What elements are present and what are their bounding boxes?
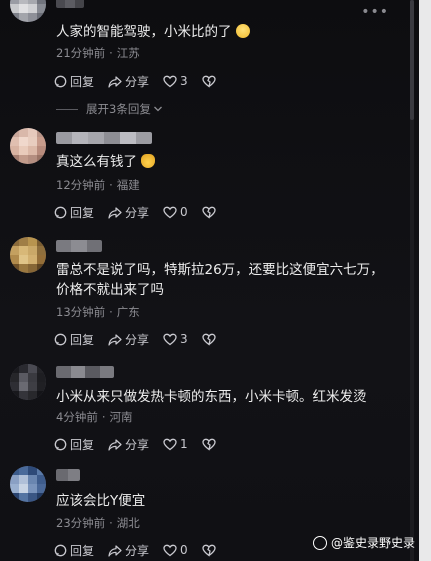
comment-location: 河南 [109, 410, 133, 424]
comment-location: 江苏 [116, 46, 140, 60]
dislike-button[interactable] [202, 206, 219, 219]
dislike-button[interactable] [202, 544, 219, 557]
dislike-button[interactable] [202, 333, 219, 346]
reply-button[interactable]: 回复 [54, 542, 94, 559]
reply-icon [54, 333, 67, 345]
dislike-button[interactable] [202, 438, 219, 451]
comment-location: 广东 [116, 305, 140, 319]
comment-time: 13分钟前 [56, 305, 106, 319]
comment-location: 湖北 [116, 516, 140, 530]
avatar[interactable] [10, 237, 46, 273]
comment-actions: 回复 分享 3 [54, 331, 233, 347]
share-button[interactable]: 分享 [108, 73, 149, 90]
comment-actions: 回复 分享 0 [54, 204, 233, 220]
heart-icon [163, 544, 177, 556]
like-count: 0 [180, 205, 188, 219]
username-blurred[interactable] [56, 240, 102, 252]
comment-text: 小米从来只做发热卡顿的东西，小米卡顿。红米发烫 [56, 389, 367, 405]
reply-icon [54, 75, 67, 87]
like-button[interactable]: 1 [163, 437, 188, 451]
comment-meta: 13分钟前 · 广东 [56, 305, 140, 319]
watermark: @鉴史录野史录 [312, 534, 415, 551]
reply-button[interactable]: 回复 [54, 436, 94, 453]
username-blurred[interactable] [56, 366, 114, 378]
like-button[interactable]: 3 [163, 74, 188, 88]
like-count: 3 [180, 332, 188, 346]
like-count: 1 [180, 437, 188, 451]
broken-heart-icon [202, 438, 216, 451]
like-button[interactable]: 0 [163, 543, 188, 557]
comment-actions: 回复 分享 0 [54, 542, 233, 558]
like-button[interactable]: 3 [163, 332, 188, 346]
avatar[interactable] [10, 0, 46, 22]
share-button[interactable]: 分享 [108, 542, 149, 559]
like-button[interactable]: 0 [163, 205, 188, 219]
username-blurred[interactable] [56, 469, 80, 481]
share-icon [108, 544, 122, 557]
heart-icon [163, 333, 177, 345]
reply-button[interactable]: 回复 [54, 331, 94, 348]
broken-heart-icon [202, 75, 216, 88]
comment-text: 应该会比Y便宜 [56, 493, 146, 509]
money-bag-emoji [141, 154, 155, 168]
share-icon [108, 206, 122, 219]
comment-time: 23分钟前 [56, 516, 106, 530]
comment-text: 真这么有钱了 [56, 152, 396, 172]
divider-line [56, 108, 78, 110]
comment-meta: 23分钟前 · 湖北 [56, 516, 140, 530]
avatar[interactable] [10, 128, 46, 164]
comment-actions: 回复 分享 3 [54, 73, 233, 89]
share-button[interactable]: 分享 [108, 436, 149, 453]
comment-time: 21分钟前 [56, 46, 106, 60]
reply-icon [54, 438, 67, 450]
window-edge [419, 0, 431, 561]
like-count: 3 [180, 74, 188, 88]
comment-location: 福建 [116, 178, 140, 192]
share-button[interactable]: 分享 [108, 331, 149, 348]
heart-icon [163, 438, 177, 450]
scrollbar-thumb[interactable] [410, 0, 414, 120]
dislike-button[interactable] [202, 75, 219, 88]
comment-meta: 12分钟前 · 福建 [56, 178, 140, 192]
share-icon [108, 75, 122, 88]
reply-icon [54, 206, 67, 218]
broken-heart-icon [202, 206, 216, 219]
username-blurred[interactable] [56, 0, 84, 8]
like-count: 0 [180, 543, 188, 557]
watermark-logo-icon [312, 535, 327, 550]
chevron-down-icon [153, 106, 162, 112]
share-icon [108, 333, 122, 346]
comment-time: 4分钟前 [56, 410, 98, 424]
comment-text: 雷总不是说了吗，特斯拉26万，还要比这便宜六七万，价格不就出来了吗 [56, 262, 384, 298]
username-blurred[interactable] [56, 132, 152, 144]
comment-list-page: ••• 人家的智能驾驶，小米比的了 21分钟前 · 江苏 回复 分享 3 展开3… [0, 0, 431, 561]
reply-button[interactable]: 回复 [54, 204, 94, 221]
comment-meta: 21分钟前 · 江苏 [56, 46, 140, 60]
broken-heart-icon [202, 544, 216, 557]
heart-icon [163, 75, 177, 87]
astonished-face-emoji [235, 24, 250, 38]
heart-icon [163, 206, 177, 218]
expand-replies-button[interactable]: 展开3条回复 [56, 101, 163, 117]
comment-meta: 4分钟前 · 河南 [56, 410, 133, 424]
broken-heart-icon [202, 333, 216, 346]
share-button[interactable]: 分享 [108, 204, 149, 221]
avatar[interactable] [10, 364, 46, 400]
comment-time: 12分钟前 [56, 178, 106, 192]
comment-actions: 回复 分享 1 [54, 436, 233, 452]
comment-text: 人家的智能驾驶，小米比的了 [56, 22, 396, 42]
avatar[interactable] [10, 466, 46, 502]
share-icon [108, 438, 122, 451]
reply-icon [54, 544, 67, 556]
more-options-icon[interactable]: ••• [361, 4, 389, 20]
reply-button[interactable]: 回复 [54, 73, 94, 90]
